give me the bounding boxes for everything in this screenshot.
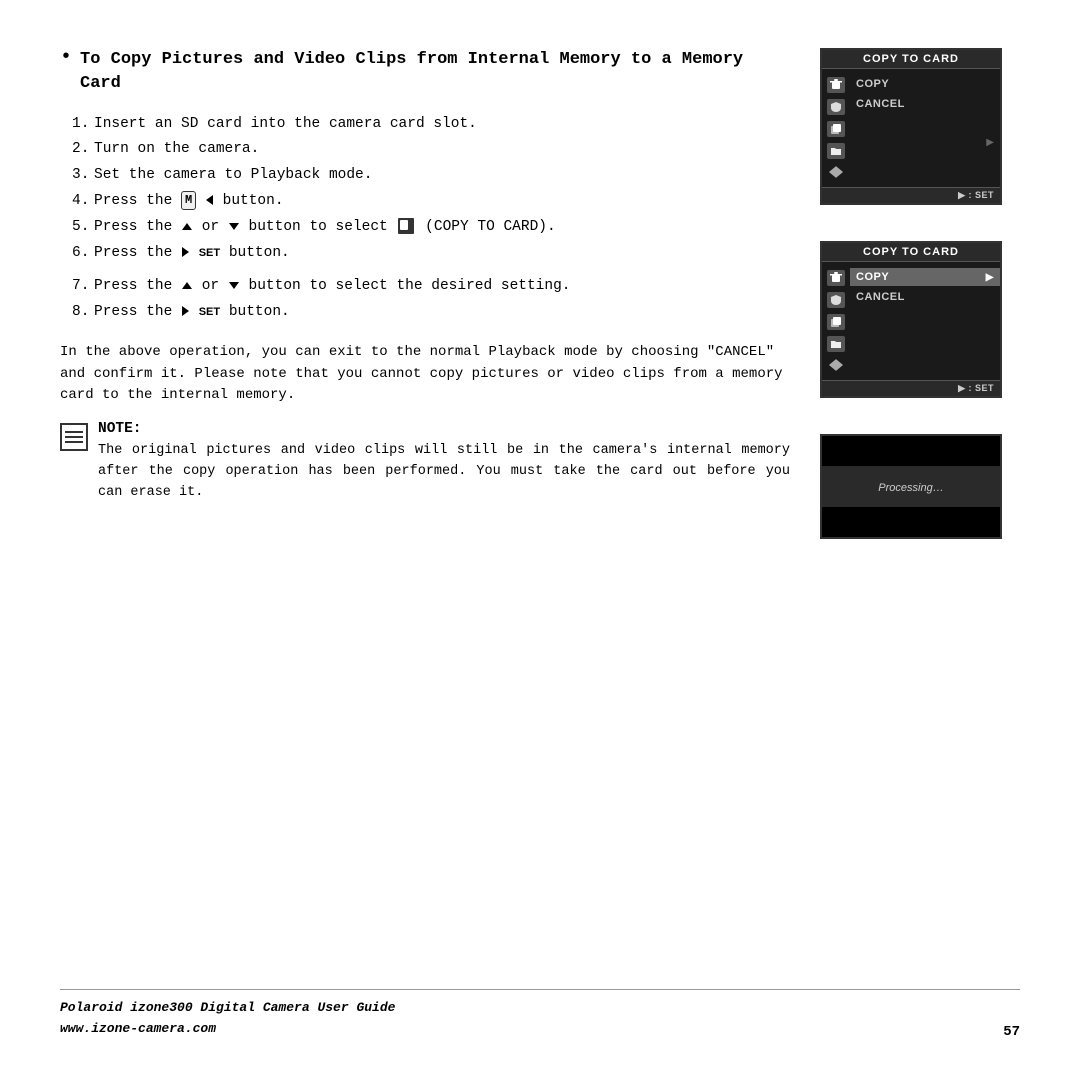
step-4: 4. Press the M button. [72,191,790,213]
step-num: 5. [72,217,94,239]
copy-to-card-icon [398,218,414,234]
bullet-dot: • [60,46,72,69]
screen-spacer-2 [850,308,1000,328]
trash-icon [827,77,845,93]
screen2-menu: COPY ▶ CANCEL [850,268,1000,374]
steps-list: 1. Insert an SD card into the camera car… [72,114,790,265]
up-arrow-icon [182,223,192,230]
processing-text: Processing… [878,482,943,494]
camera-screen-2: COPY TO CARD [820,241,1002,398]
copy-icon-2 [827,314,845,330]
processing-black-bottom [822,507,1000,537]
note-lines-icon [62,427,86,447]
main-content: • To Copy Pictures and Video Clips from … [60,48,1020,989]
step-text: Set the camera to Playback mode. [94,165,372,187]
nav-arrows-icon [827,165,845,179]
set-label: SET [199,306,220,318]
footer-page-number: 57 [1003,1024,1020,1040]
step-text: Press the or button to select the desire… [94,276,570,298]
step-num: 1. [72,114,94,136]
note-content: NOTE: The original pictures and video cl… [98,421,790,504]
step-8: 8. Press the SET button. [72,302,790,324]
screen1-bottom-bar: ▶ : SET [822,187,1000,203]
screen1-cancel-item: CANCEL [850,95,1000,113]
protect-icon [827,99,845,115]
step-text: Turn on the camera. [94,139,259,161]
screen2-title: COPY TO CARD [822,243,1000,262]
menu-right-arrow: ▶ [986,272,994,283]
note-line [65,441,83,443]
right-column: COPY TO CARD [820,48,1020,989]
screen1-title: COPY TO CARD [822,50,1000,69]
screen2-cancel-item: CANCEL [850,288,1000,306]
screen2-body: COPY ▶ CANCEL [822,262,1000,380]
note-title: NOTE: [98,421,790,437]
processing-black-top [822,436,1000,466]
step-3: 3. Set the camera to Playback mode. [72,165,790,187]
step-5: 5. Press the or button to select (COPY T… [72,217,790,239]
step-num: 8. [72,302,94,324]
step-num: 7. [72,276,94,298]
explanation-paragraph: In the above operation, you can exit to … [60,342,790,407]
screen2-set-label: ▶ : SET [958,383,994,394]
section-heading: • To Copy Pictures and Video Clips from … [60,48,790,108]
step-7: 7. Press the or button to select the des… [72,276,790,298]
copy-label: COPY [856,271,889,283]
step-num: 2. [72,139,94,161]
screen-icons-col-1 [822,75,850,181]
screen-icons-col-2 [822,268,850,374]
screen1-arrow: ▶ [986,137,994,148]
step-text: Press the SET button. [94,243,290,265]
camera-screen-1: COPY TO CARD [820,48,1002,205]
up-arrow-icon [182,282,192,289]
down-arrow-icon [229,282,239,289]
down-arrow-icon [229,223,239,230]
screen1-body: COPY CANCEL ▶ [822,69,1000,187]
processing-screen: Processing… [820,434,1002,539]
note-section: NOTE: The original pictures and video cl… [60,421,790,504]
screen2-copy-item-selected: COPY ▶ [850,268,1000,286]
right-arrow-icon [182,247,189,257]
note-line [65,436,83,438]
step-text: Press the M button. [94,191,284,213]
folder-icon-2 [827,336,845,352]
step-num: 6. [72,243,94,265]
protect-icon-2 [827,292,845,308]
step-text: Press the or button to select (COPY TO C… [94,217,556,239]
screen1-set-label: ▶ : SET [958,190,994,201]
screen1-menu: COPY CANCEL ▶ [850,75,1000,181]
step-2: 2. Turn on the camera. [72,139,790,161]
trash-icon-2 [827,270,845,286]
step-1: 1. Insert an SD card into the camera car… [72,114,790,136]
section-title: To Copy Pictures and Video Clips from In… [80,48,790,96]
nav-arrows-icon-2 [827,358,845,372]
right-arrow-icon [182,306,189,316]
folder-icon [827,143,845,159]
steps-list-2: 7. Press the or button to select the des… [72,276,790,324]
note-body: The original pictures and video clips wi… [98,441,790,504]
copy-icon [827,121,845,137]
screen2-bottom-bar: ▶ : SET [822,380,1000,396]
footer: Polaroid izone300 Digital Camera User Gu… [60,989,1020,1040]
footer-brand: Polaroid izone300 Digital Camera User Gu… [60,998,395,1019]
footer-url: www.izone-camera.com [60,1019,395,1040]
screen1-copy-item: COPY [850,75,1000,93]
step-text: Press the SET button. [94,302,290,324]
footer-left: Polaroid izone300 Digital Camera User Gu… [60,998,395,1040]
left-arrow-icon [206,195,213,205]
page: • To Copy Pictures and Video Clips from … [0,0,1080,1080]
screen-spacer [850,115,1000,135]
left-column: • To Copy Pictures and Video Clips from … [60,48,820,989]
step-num: 3. [72,165,94,187]
menu-key: M [181,191,196,210]
note-icon [60,423,88,451]
step-6: 6. Press the SET button. [72,243,790,265]
processing-body: Processing… [822,466,1000,507]
set-label: SET [199,247,220,259]
note-line [65,431,83,433]
step-num: 4. [72,191,94,213]
step-text: Insert an SD card into the camera card s… [94,114,477,136]
